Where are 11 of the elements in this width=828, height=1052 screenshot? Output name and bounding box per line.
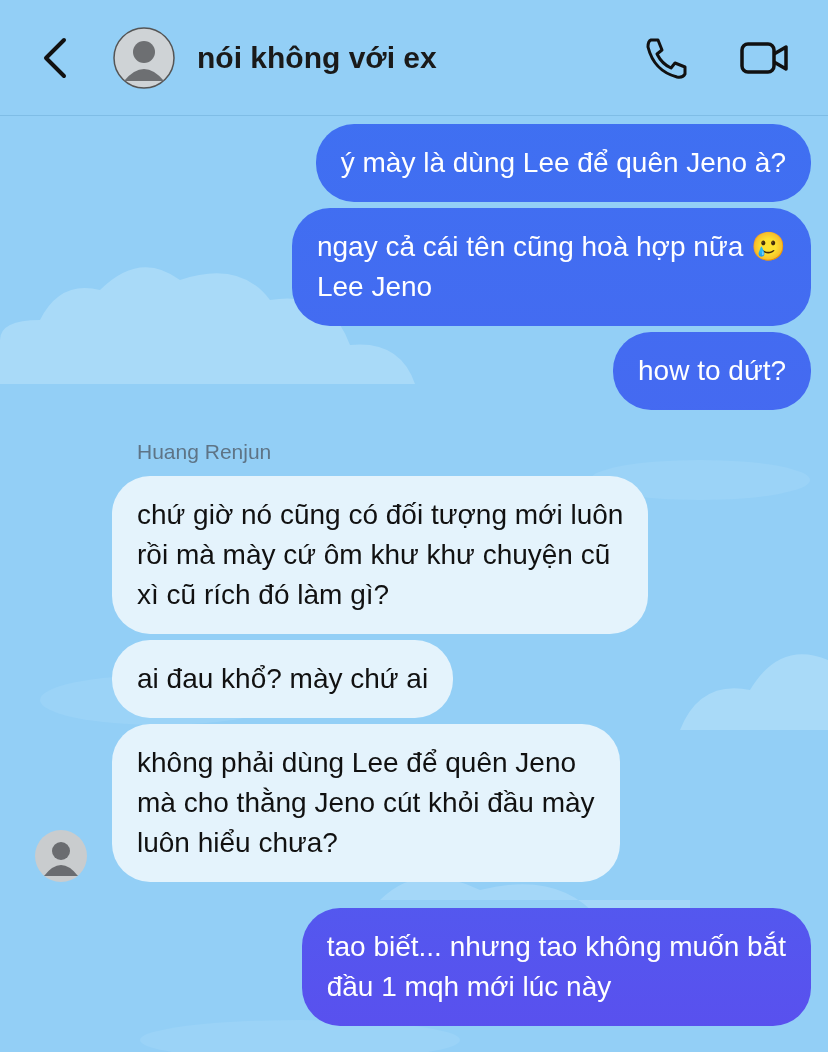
incoming-message: không phải dùng Lee để quên Jeno mà cho thằng Jeno cút khỏi đầu mày luôn hiểu chưa? xyxy=(112,724,620,882)
incoming-message: chứ giờ nó cũng có đối tượng mới luôn rồi mà mày cứ ôm khư khư chuyện cũ xì cũ rích đó làm gì? xyxy=(112,476,649,634)
avatar[interactable] xyxy=(113,26,175,89)
outgoing-message: ý mày là dùng Lee để quên Jeno à? xyxy=(315,124,811,202)
outgoing-message: tao biết... nhưng tao không muốn bắt đầu 1 mqh mới lúc này xyxy=(301,908,811,1026)
sender-name: Huang Renjun xyxy=(137,440,272,464)
outgoing-message: ngay cả cái tên cũng hoà hợp nữa 🥲 Lee Jeno xyxy=(291,208,811,326)
avatar[interactable] xyxy=(35,830,87,882)
incoming-message: ai đau khổ? mày chứ ai xyxy=(112,640,454,718)
outgoing-message: how to dứt? xyxy=(613,332,811,410)
chat-title: nói không với ex xyxy=(197,40,438,75)
